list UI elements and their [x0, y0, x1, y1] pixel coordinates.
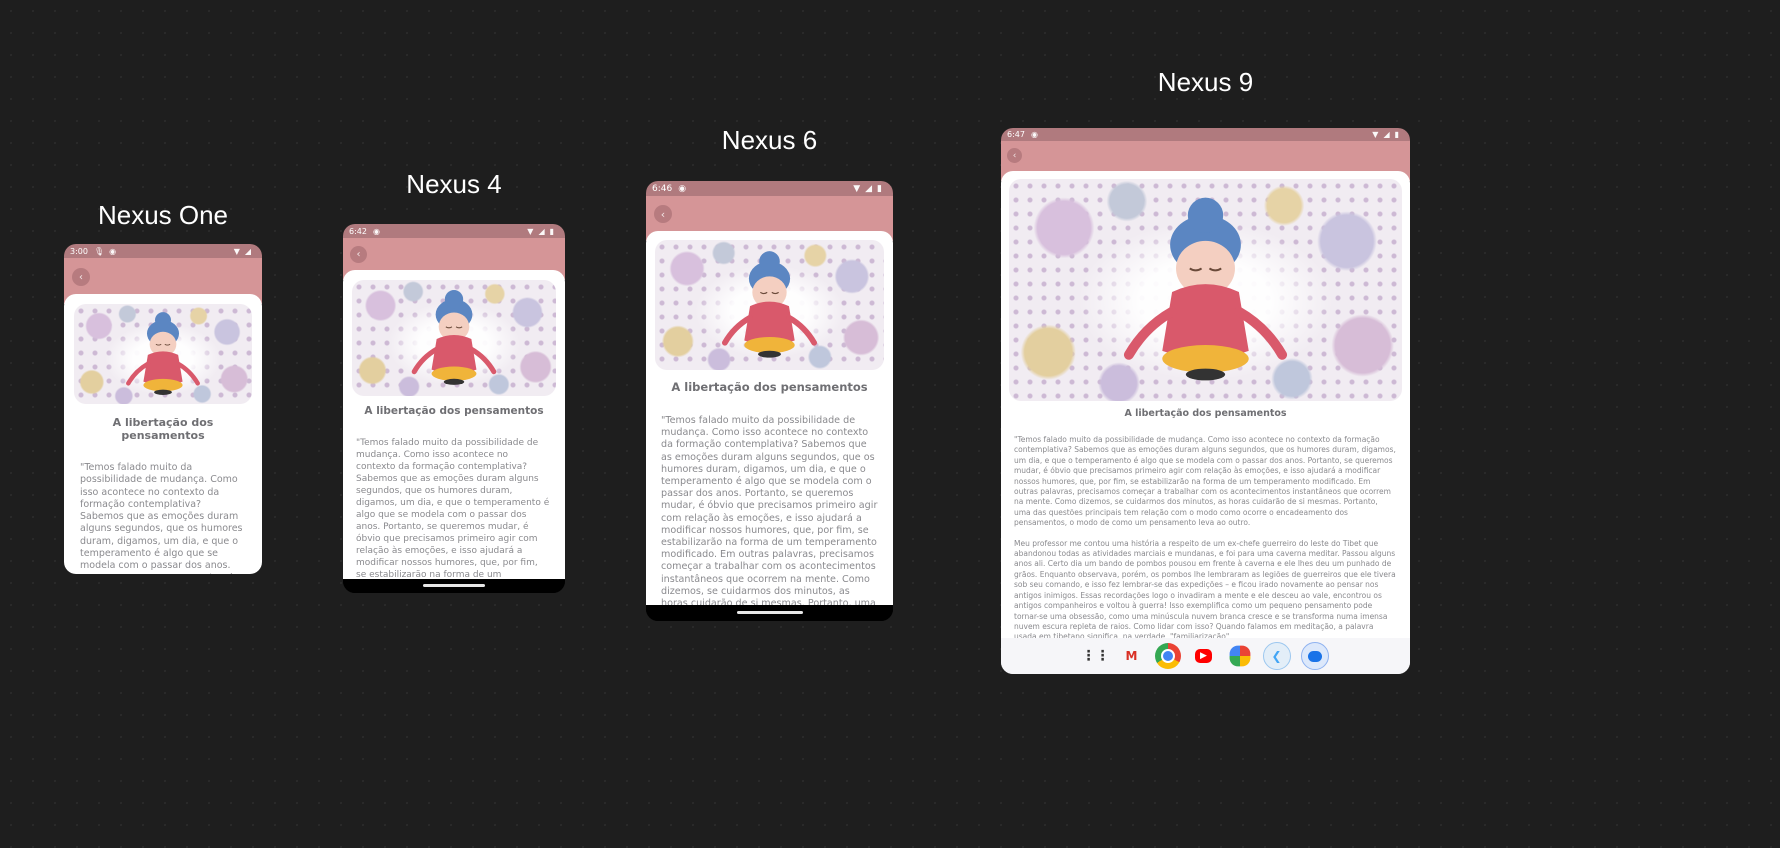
- navigation-bar: [646, 605, 893, 621]
- device-nexus-9: 6:47 ◉ ▼ ◢ ▮ ‹ A libertação dos pensamen…: [1001, 128, 1410, 674]
- article-paragraph: "Temos falado muito da possibilidade de …: [661, 415, 878, 605]
- app-icon: ◉: [1030, 130, 1038, 139]
- device-label-nexus-4: Nexus 4: [406, 169, 502, 199]
- flutter-icon[interactable]: ❮: [1262, 642, 1291, 670]
- signal-icon: ◢: [244, 246, 251, 256]
- messages-icon[interactable]: [1300, 642, 1329, 670]
- navigation-bar: [343, 579, 565, 593]
- youtube-icon[interactable]: ▶: [1191, 643, 1217, 669]
- chevron-left-icon: ‹: [356, 249, 361, 260]
- status-time: 6:46: [652, 183, 673, 194]
- meditating-woman-image: [126, 312, 200, 395]
- chrome-icon[interactable]: [1154, 643, 1181, 669]
- article-paragraph: Meu professor me contou uma história a r…: [1014, 538, 1396, 642]
- article-body: "Temos falado muito da possibilidade de …: [74, 462, 252, 574]
- taskbar-dock: ⋮⋮ M ▶ ❮: [1001, 638, 1410, 674]
- meditation-illustration: [1009, 179, 1402, 401]
- article-paragraph: "Temos falado muito da possibilidade de …: [1014, 435, 1396, 528]
- apps-grid-icon[interactable]: ⋮⋮: [1082, 643, 1110, 669]
- status-time: 6:47: [1007, 130, 1025, 139]
- article-body: "Temos falado muito da possibilidade de …: [352, 437, 556, 579]
- article-body: "Temos falado muito da possibilidade de …: [1009, 435, 1402, 643]
- wifi-icon: ▼: [233, 246, 240, 256]
- meditating-woman-image: [721, 251, 818, 358]
- article-paragraph: "Temos falado muito da possibilidade de …: [80, 462, 243, 574]
- home-handle[interactable]: [423, 584, 485, 587]
- chevron-left-icon: ‹: [79, 271, 83, 283]
- article-body: "Temos falado muito da possibilidade de …: [655, 415, 884, 605]
- signal-icon: ◢: [1383, 130, 1390, 139]
- app-icon: ◉: [109, 246, 117, 256]
- wifi-icon: ▼: [853, 183, 861, 194]
- back-button[interactable]: ‹: [1007, 148, 1022, 163]
- battery-icon: ▮: [877, 183, 882, 194]
- meditation-illustration: [655, 240, 884, 370]
- device-label-nexus-one: Nexus One: [97, 200, 229, 230]
- photos-icon[interactable]: [1229, 645, 1250, 667]
- meditation-illustration: [74, 304, 252, 404]
- meditating-woman-image: [411, 290, 497, 385]
- article-card: A libertação dos pensamentos "Temos fala…: [343, 270, 565, 579]
- article-card: A libertação dos pensamentos "Temos fala…: [1001, 171, 1410, 674]
- status-bar: 6:42 ◉ ▼ ◢ ▮: [343, 224, 565, 238]
- wifi-icon: ▼: [527, 226, 534, 236]
- article-title: A libertação dos pensamentos: [364, 405, 544, 417]
- device-label-nexus-6: Nexus 6: [721, 125, 818, 155]
- article-paragraph: "Temos falado muito da possibilidade de …: [356, 438, 550, 579]
- article-title: A libertação dos pensamentos: [671, 380, 868, 394]
- gmail-icon[interactable]: M: [1119, 643, 1145, 669]
- status-bar: 3:00 🎙 ◉ ▼ ◢: [64, 244, 262, 258]
- chevron-left-icon: ‹: [1012, 150, 1017, 161]
- device-nexus-6: 6:46 ◉ ▼ ◢ ▮ ‹ A libertação dos pensamen…: [646, 181, 893, 621]
- status-bar: 6:47 ◉ ▼ ◢ ▮: [1001, 128, 1410, 141]
- meditating-woman-image: [1123, 197, 1288, 381]
- device-nexus-one: 3:00 🎙 ◉ ▼ ◢ ‹ A libertação dos pensamen…: [64, 244, 262, 574]
- status-time: 6:42: [349, 226, 367, 236]
- article-card: A libertação dos pensamentos "Temos fala…: [64, 294, 262, 574]
- back-button[interactable]: ‹: [72, 268, 90, 286]
- app-icon: ◉: [372, 226, 380, 236]
- wifi-icon: ▼: [1372, 130, 1379, 139]
- mic-icon: 🎙: [93, 246, 105, 256]
- article-title: A libertação dos pensamentos: [1124, 408, 1287, 419]
- chevron-left-icon: ‹: [660, 207, 666, 221]
- back-button[interactable]: ‹: [654, 205, 672, 223]
- article-card: A libertação dos pensamentos "Temos fala…: [646, 231, 893, 605]
- app-icon: ◉: [678, 183, 687, 194]
- back-button[interactable]: ‹: [350, 246, 367, 263]
- article-title: A libertação dos pensamentos: [112, 416, 214, 442]
- battery-icon: ▮: [549, 226, 554, 236]
- signal-icon: ◢: [538, 226, 545, 236]
- home-handle[interactable]: [736, 611, 803, 614]
- device-nexus-4: 6:42 ◉ ▼ ◢ ▮ ‹ A libertação dos pensamen…: [343, 224, 565, 593]
- signal-icon: ◢: [865, 183, 873, 194]
- battery-icon: ▮: [1394, 130, 1399, 139]
- meditation-illustration: [352, 280, 556, 396]
- device-label-nexus-9: Nexus 9: [1157, 67, 1254, 97]
- status-bar: 6:46 ◉ ▼ ◢ ▮: [646, 181, 893, 196]
- status-time: 3:00: [70, 246, 88, 256]
